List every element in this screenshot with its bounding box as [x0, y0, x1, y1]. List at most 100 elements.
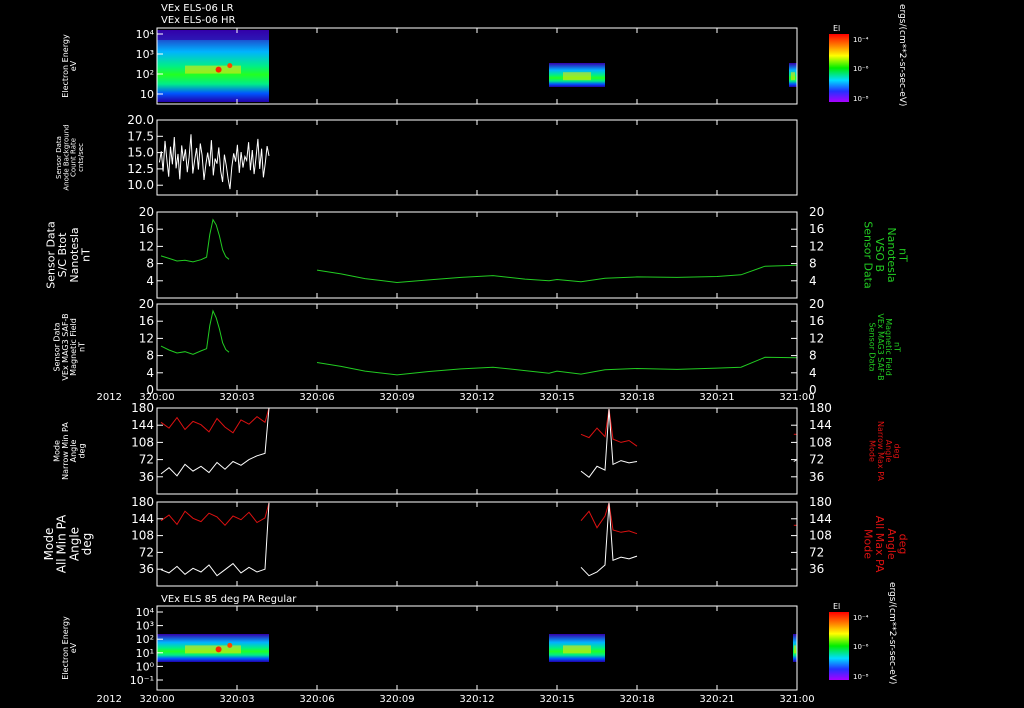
colorbar-tick: 10⁻⁴ [853, 36, 869, 44]
y-tick-label: 144 [131, 512, 154, 526]
x-tick-label: 320:21 [699, 694, 734, 705]
y-tick-label-right: 8 [809, 257, 817, 271]
time-axis: 320:00 320:03 320:06 320:09 320:12 320:15 320:… [97, 392, 815, 403]
panel-frame [156, 211, 798, 299]
series-line [160, 502, 270, 577]
y-axis-title-right: nT [896, 248, 909, 262]
panel-frame [156, 303, 798, 391]
x-tick-label: 320:03 [219, 694, 254, 705]
series-line [158, 134, 270, 190]
time-axis: 320:00 320:03 320:06 320:09 320:12 320:15 320:… [97, 694, 815, 705]
series-line [160, 309, 230, 355]
colorbar-units: ergs/(cm**2-sr-sec-eV) [897, 4, 907, 106]
spectrogram-peak [227, 63, 233, 69]
y-tick-label: 108 [131, 529, 154, 543]
header-line-1: VEx ELS-06 LR [161, 3, 234, 14]
y-tick-label: 8 [146, 257, 154, 271]
y-tick-label: 10² [136, 633, 154, 646]
colorbar-gradient [829, 612, 849, 680]
y-axis-title: eV [69, 642, 78, 653]
y-tick-label-right: 72 [809, 453, 824, 467]
y-tick-label: 10.0 [127, 178, 154, 192]
y-tick-label: 4 [146, 366, 154, 380]
panel-scbmag: 20 2016 1612 128 84 4Sensor DataS/C BtotNanot… [45, 205, 909, 299]
y-tick-label: 16 [139, 222, 154, 236]
y-tick-label: 180 [131, 401, 154, 415]
colorbar-tick: 10⁻⁸ [853, 95, 869, 103]
y-axis-title: nT [79, 248, 92, 262]
spectrogram-hotspot [791, 72, 795, 81]
spectrogram-hotspot [563, 72, 591, 81]
series-line [316, 356, 798, 376]
y-tick-label: 108 [131, 435, 154, 449]
y-axis-title-right: Narrow Max PA [876, 421, 885, 482]
colorbar-bottom: El 10⁻⁴ 10⁻⁶ 10⁻⁸ ergs/(cm**2-sr-sec-eV) [829, 582, 897, 684]
y-tick-label: 10⁻¹ [130, 674, 154, 687]
y-axis-title-right: Angle [885, 528, 898, 560]
colorbar-top: El 10⁻⁴ 10⁻⁶ 10⁻⁸ ergs/(cm**2-sr-sec-eV) [829, 4, 907, 106]
x-axis-year: 2012 [97, 392, 122, 403]
y-axis-title-right: VSO B [873, 238, 886, 272]
y-tick-label: 20 [139, 297, 154, 311]
spectrogram-hotspot [794, 645, 796, 654]
spectrogram-hotspot [185, 65, 241, 74]
panel-frame [156, 501, 798, 587]
y-tick-label: 144 [131, 418, 154, 432]
y-tick-label-right: 20 [809, 205, 824, 219]
x-tick-label: 321:00 [779, 694, 814, 705]
x-tick-label: 320:18 [619, 392, 654, 403]
header-line-2: VEx ELS-06 HR [161, 15, 236, 26]
y-tick-label: 180 [131, 495, 154, 509]
panel-background: 20.017.515.012.510.0Sensor Data Anode Bac… [55, 113, 798, 196]
spectrogram-peak [227, 642, 233, 648]
y-tick-label: 10⁴ [136, 28, 155, 41]
y-tick-label-right: 20 [809, 297, 824, 311]
y-axis-title-right: Sensor Data [862, 221, 875, 288]
series-line [160, 502, 270, 527]
x-tick-label: 320:00 [139, 392, 174, 403]
y-tick-label-right: 4 [809, 274, 817, 288]
x-tick-label: 320:15 [539, 694, 574, 705]
x-tick-label: 320:18 [619, 694, 654, 705]
y-tick-label: 8 [146, 349, 154, 363]
y-tick-label-right: 4 [809, 366, 817, 380]
x-tick-label: 320:15 [539, 392, 574, 403]
y-tick-label-right: 16 [809, 222, 824, 236]
x-axis-year: 2012 [97, 694, 122, 705]
colorbar-tick: 10⁻⁸ [853, 673, 869, 681]
y-tick-label: 72 [139, 545, 154, 559]
x-tick-label: 320:12 [459, 392, 494, 403]
series-line [160, 407, 270, 434]
y-tick-label-right: 16 [809, 314, 824, 328]
y-axis-title-right: Mode [867, 440, 876, 462]
y-tick-label: 12 [139, 331, 154, 345]
y-tick-label-right: 144 [809, 512, 832, 526]
y-axis-title-right: Magnetic Field [884, 318, 893, 376]
y-tick-label: 10³ [136, 48, 154, 61]
y-axis-title-right: deg [896, 534, 909, 555]
y-axis-title: deg [78, 443, 87, 458]
y-tick-label: 72 [139, 453, 154, 467]
y-tick-label: 10³ [136, 620, 154, 633]
spectrogram-peak [215, 646, 222, 653]
y-tick-label: 20.0 [127, 113, 154, 127]
y-axis-title-right: Angle [884, 440, 893, 463]
y-tick-label-right: 12 [809, 331, 824, 345]
x-tick-label: 320:09 [379, 392, 414, 403]
colorbar-tick: 10⁻⁴ [853, 614, 869, 622]
y-axis-title-right: Nanotesla [885, 227, 898, 282]
y-tick-label-right: 12 [809, 239, 824, 253]
y-axis-title-right: All Max PA [873, 516, 886, 573]
panel-title: VEx ELS 85 deg PA Regular [161, 594, 297, 605]
y-tick-label: 17.5 [127, 129, 154, 143]
y-tick-label-right: 180 [809, 401, 832, 415]
y-tick-label: 10² [136, 68, 154, 81]
panel-spec1: 10⁴10³10²10Electron Energy eV [61, 27, 798, 105]
colorbar-title: El [833, 24, 840, 33]
y-tick-label: 10⁰ [136, 660, 155, 673]
y-axis-title-right: VEx MAG3 SAF-B [876, 313, 885, 380]
y-tick-label-right: 180 [809, 495, 832, 509]
y-tick-label-right: 108 [809, 529, 832, 543]
y-tick-label-right: 108 [809, 435, 832, 449]
colorbar-title: El [833, 602, 840, 611]
